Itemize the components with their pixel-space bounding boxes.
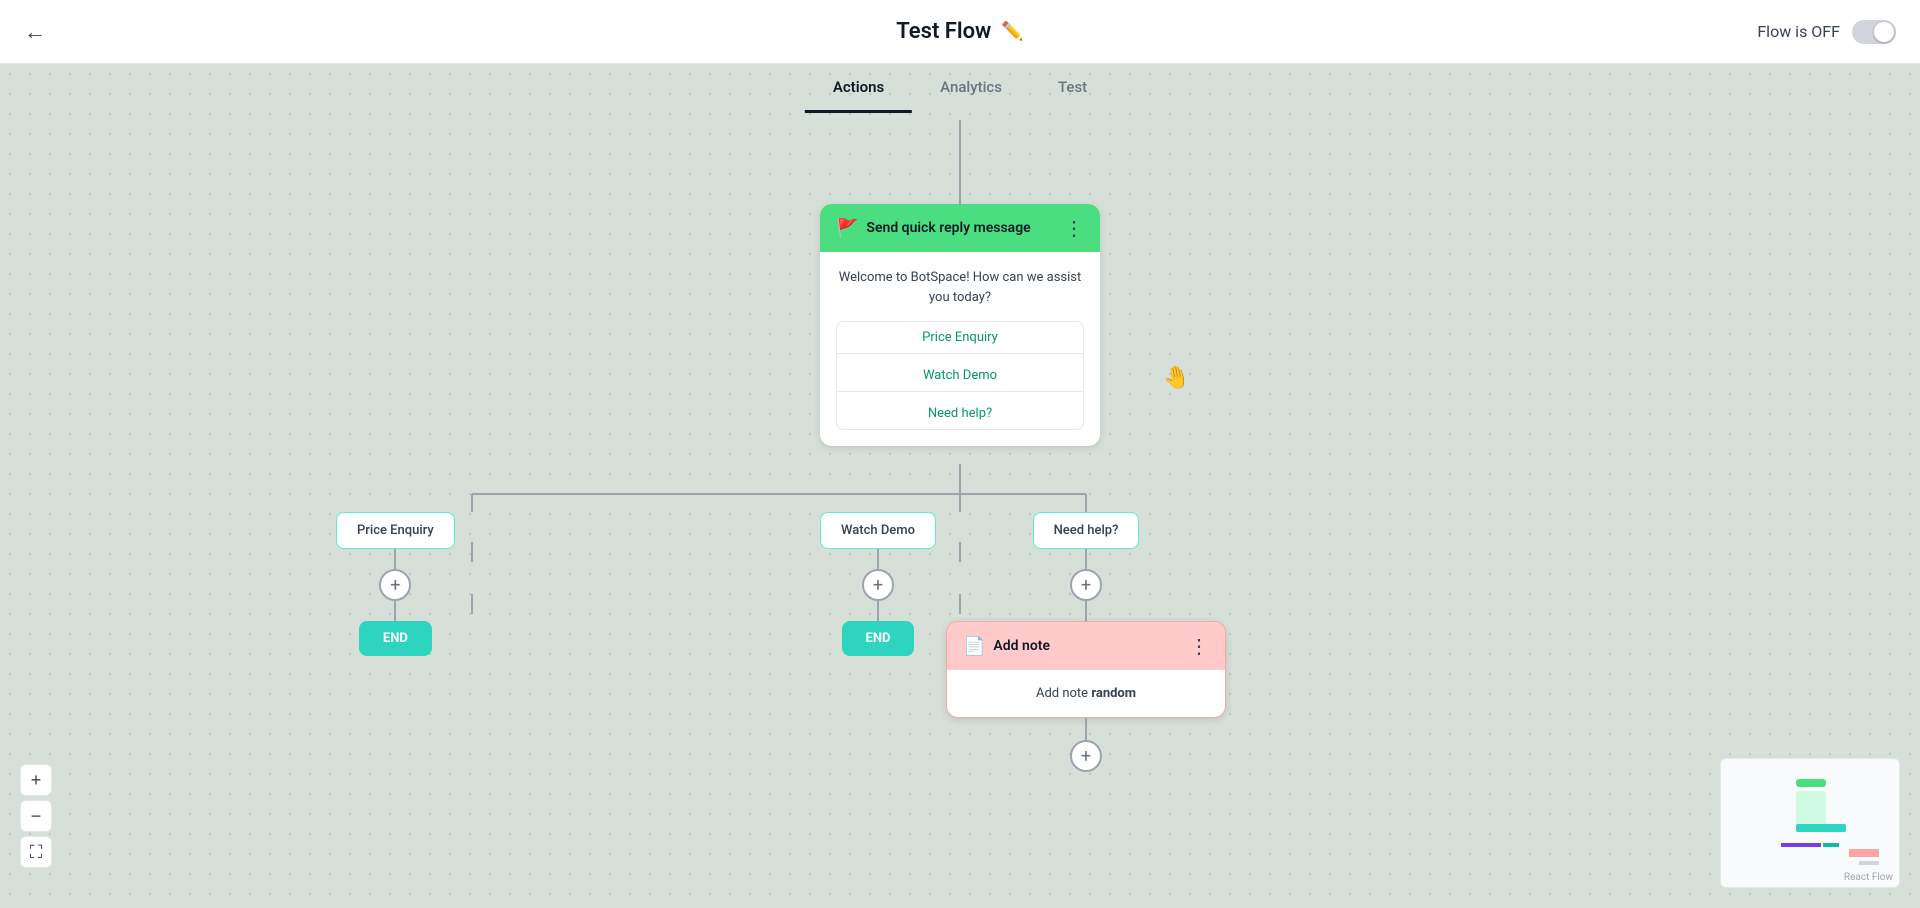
note-node-menu[interactable]: ⋮ [1189, 634, 1209, 658]
note-body-prefix: Add note [1036, 686, 1091, 701]
message-node-header-left: 🚩 Send quick reply message [836, 218, 1031, 239]
connector-v-help [1085, 549, 1087, 569]
zoom-in-button[interactable]: + [20, 764, 52, 796]
minimap-purple-bar [1781, 843, 1821, 847]
header-left: ← [24, 19, 46, 45]
flow-connectors [0, 64, 1920, 908]
note-node-body: Add note random [947, 670, 1225, 717]
quick-reply-demo[interactable]: Watch Demo [837, 360, 1083, 392]
flow-toggle[interactable] [1852, 20, 1896, 44]
tab-actions[interactable]: Actions [805, 64, 912, 113]
message-node-header: 🚩 Send quick reply message ⋮ [820, 204, 1100, 252]
flow-status-label: Flow is OFF [1757, 22, 1840, 41]
message-text: Welcome to BotSpace! How can we assist y… [836, 268, 1084, 307]
header-right: Flow is OFF [1757, 20, 1896, 44]
add-button-price[interactable]: + [379, 569, 411, 601]
note-node-header: 📄 Add note ⋮ [947, 622, 1225, 670]
message-node-menu[interactable]: ⋮ [1064, 216, 1084, 240]
connector-v-price [394, 549, 396, 569]
connector-v-demo [877, 549, 879, 569]
quick-replies: Price Enquiry Watch Demo Need help? [836, 321, 1084, 430]
note-node-card: 📄 Add note ⋮ Add note random [946, 621, 1226, 718]
tabs: Actions Analytics Test [805, 64, 1115, 113]
minimap-gray-bar [1859, 861, 1879, 865]
connector-v-note [1085, 718, 1087, 740]
flow-title: Test Flow [896, 19, 991, 44]
connector-v-price2 [394, 601, 396, 621]
minimap-teal-bar [1796, 824, 1846, 832]
note-icon: 📄 [963, 636, 985, 657]
tab-test[interactable]: Test [1030, 64, 1115, 113]
edit-icon[interactable]: ✏️ [1001, 21, 1023, 42]
message-node-body: Welcome to BotSpace! How can we assist y… [820, 252, 1100, 446]
main-message-node: 🚩 Send quick reply message ⋮ Welcome to … [820, 204, 1100, 446]
canvas: Actions Analytics Test 🚩 Send [0, 64, 1920, 908]
zoom-controls: + − ⛶ [20, 764, 52, 868]
header: ← Test Flow ✏️ Flow is OFF [0, 0, 1920, 64]
tab-analytics[interactable]: Analytics [912, 64, 1030, 113]
note-body-bold: random [1091, 686, 1136, 701]
back-button[interactable]: ← [24, 19, 46, 45]
minimap-teal-bar2 [1823, 843, 1839, 847]
add-button-note[interactable]: + [1070, 740, 1102, 772]
note-node-header-left: 📄 Add note [963, 636, 1050, 657]
minimap: React Flow [1720, 758, 1900, 888]
minimap-label: React Flow [1844, 872, 1893, 883]
branch-price-enquiry: Price Enquiry + END [336, 512, 455, 656]
branch-label-demo[interactable]: Watch Demo [820, 512, 936, 549]
message-node-title: Send quick reply message [866, 220, 1030, 236]
message-node-card: 🚩 Send quick reply message ⋮ Welcome to … [820, 204, 1100, 446]
add-button-demo[interactable]: + [862, 569, 894, 601]
branch-watch-demo: Watch Demo + END [820, 512, 936, 656]
quick-reply-help[interactable]: Need help? [837, 398, 1083, 429]
note-node-title: Add note [993, 638, 1050, 654]
connector-v-help2 [1085, 601, 1087, 621]
branch-need-help: Need help? + 📄 Add note ⋮ Add note rando… [946, 512, 1226, 772]
add-button-help[interactable]: + [1070, 569, 1102, 601]
zoom-out-button[interactable]: − [20, 800, 52, 832]
zoom-fit-button[interactable]: ⛶ [20, 836, 52, 868]
branch-label-price[interactable]: Price Enquiry [336, 512, 455, 549]
connector-v-demo2 [877, 601, 879, 621]
end-node-demo: END [842, 621, 915, 656]
minimap-red-bar [1849, 849, 1879, 857]
cursor-hand: 🤚 [1161, 364, 1192, 393]
quick-reply-price[interactable]: Price Enquiry [837, 322, 1083, 354]
end-node-price: END [359, 621, 432, 656]
flag-icon: 🚩 [836, 218, 858, 239]
header-center: Test Flow ✏️ [896, 19, 1023, 44]
minimap-node-sm [1796, 779, 1826, 787]
branch-label-help[interactable]: Need help? [1033, 512, 1140, 549]
